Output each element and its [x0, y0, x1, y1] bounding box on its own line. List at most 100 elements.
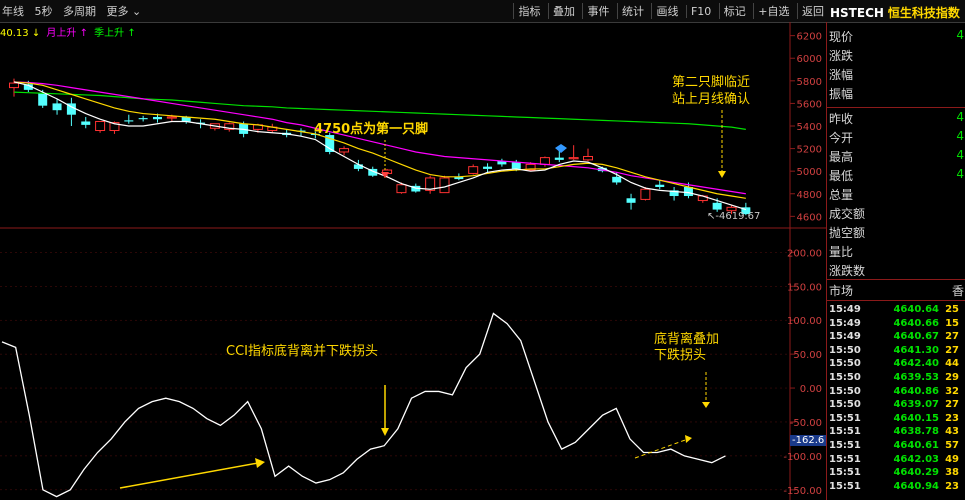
tick-volume: 27: [945, 344, 959, 356]
arrow-right-icon: [685, 435, 692, 443]
divider: [827, 107, 965, 108]
tick-row: 15:49 4640.67 27: [829, 331, 959, 342]
arrow-down-icon: [702, 402, 710, 408]
candle-body: [95, 120, 106, 132]
ma-line-yellow: [13, 81, 746, 199]
price-tick-label: 5400: [797, 122, 822, 133]
cci-tick-label: 50.00: [793, 350, 822, 361]
tick-price: 4641.30: [893, 344, 939, 356]
cci-tick-label: 200.00: [787, 248, 822, 259]
price-tick-label: 4600: [797, 212, 822, 223]
quote-label: 振幅: [829, 87, 854, 101]
tick-volume: 43: [945, 426, 959, 438]
tick-row: 15:51 4640.61 57: [829, 440, 959, 451]
cci-tick-label: -50.00: [790, 418, 822, 429]
tick-time: 15:51: [829, 440, 861, 451]
price-tick-label: 5800: [797, 77, 822, 88]
tick-volume: 44: [945, 358, 959, 370]
tick-time: 15:50: [829, 344, 861, 356]
quote-value: 4: [956, 148, 964, 162]
tick-price: 4639.53: [893, 372, 939, 383]
quote-label: 涨跌: [829, 49, 854, 63]
ma-line-white: [13, 81, 747, 211]
divider: [827, 300, 965, 301]
tick-volume: 27: [945, 331, 959, 343]
annotation-cci-2: 底背离叠加 下跌拐头: [654, 332, 719, 364]
tick-price: 4640.67: [893, 331, 939, 343]
candle-body: [539, 157, 550, 165]
price-tick-label: 5000: [797, 167, 822, 178]
tick-time: 15:49: [829, 331, 861, 343]
cci-tick-label: 150.00: [787, 282, 822, 293]
annotation-line: 底背离叠加: [654, 332, 720, 347]
period-item-multi[interactable]: 多周期: [63, 5, 96, 18]
menu-overlay[interactable]: 叠加: [547, 3, 579, 19]
annotation-line: 站上月线确认: [672, 92, 751, 107]
price-tick-label: 5600: [797, 99, 822, 110]
tick-time: 15:50: [829, 385, 861, 397]
tick-time: 15:51: [829, 412, 861, 424]
tick-row: 15:51 4640.15 23: [829, 413, 959, 424]
menu-indicator[interactable]: 指标: [513, 3, 544, 19]
menu-event[interactable]: 事件: [582, 3, 613, 19]
arrow-down-icon: [381, 428, 389, 436]
tick-time: 15:50: [829, 372, 861, 383]
annotation-first-foot: 4750点为第一只脚: [314, 122, 429, 137]
quote-label: 涨幅: [829, 68, 854, 82]
period-item-year[interactable]: 年线: [2, 5, 24, 18]
tick-row: 15:50 4639.53 29: [829, 372, 959, 383]
candle-body: [568, 157, 579, 160]
price-tick-label: 4800: [797, 190, 822, 201]
menu-stats[interactable]: 统计: [616, 3, 648, 19]
tick-row: 15:50 4640.86 32: [829, 386, 959, 397]
tick-price: 4639.07: [893, 399, 939, 411]
candle-body: [439, 177, 450, 194]
divider: [827, 279, 965, 280]
tick-row: 15:51 4640.29 38: [829, 467, 959, 478]
annotation-second-foot: 第二只脚临近 站上月线确认: [672, 74, 750, 108]
quote-label: 量比: [829, 245, 854, 259]
stock-name: 恒生科技指数: [887, 6, 960, 20]
period-item-more[interactable]: 更多 ⌄: [107, 5, 142, 18]
quote-label: 现价: [829, 30, 854, 44]
tick-price: 4640.94: [893, 480, 939, 492]
quote-value: 4: [956, 28, 964, 42]
tick-time: 15:50: [829, 358, 861, 370]
tick-row: 15:50 4642.40 44: [829, 358, 959, 369]
tick-volume: 23: [945, 412, 959, 424]
tick-time: 15:49: [829, 317, 861, 329]
candle-body: [138, 118, 148, 120]
market-label: 市场: [829, 284, 854, 298]
menu-mark[interactable]: 标记: [718, 3, 750, 19]
period-item-5s[interactable]: 5秒: [35, 5, 53, 18]
tick-row: 15:49 4640.64 25: [829, 304, 959, 315]
candle-body: [626, 198, 636, 203]
cci-tick-label: -150.00: [783, 486, 822, 497]
cci-value-label: -162.6: [790, 435, 827, 446]
candle-body: [81, 121, 91, 125]
tick-price: 4640.86: [893, 385, 939, 397]
tick-volume: 32: [945, 385, 959, 397]
tick-volume: 38: [945, 467, 959, 479]
last-price-label: ↖-4619.67: [707, 211, 761, 222]
menu-f10[interactable]: F10: [685, 5, 715, 18]
tick-time: 15:51: [829, 453, 861, 465]
tick-row: 15:51 4638.78 43: [829, 426, 959, 437]
candle-body: [468, 166, 479, 174]
candle-body: [483, 166, 493, 169]
tick-row: 15:51 4642.03 49: [829, 454, 959, 465]
candle-body: [396, 184, 407, 194]
candle-body: [166, 116, 177, 119]
candle-body: [353, 164, 363, 169]
period-menu: 年线 5秒 多周期 更多 ⌄: [2, 3, 148, 19]
menu-add-watch[interactable]: +自选: [753, 3, 793, 19]
quote-label: 最低: [829, 169, 854, 183]
menu-back[interactable]: 返回: [797, 3, 828, 19]
tick-row: 15:51 4640.94 23: [829, 481, 959, 492]
menu-draw[interactable]: 画线: [651, 3, 682, 19]
function-menu: 指标 叠加 事件 统计 画线 F10 标记 +自选 返回: [513, 3, 828, 19]
quote-label: 成交额: [829, 207, 866, 221]
candle-body: [640, 188, 651, 200]
stock-title: HSTECH 恒生科技指数: [830, 4, 960, 21]
tick-volume: 29: [945, 372, 959, 383]
